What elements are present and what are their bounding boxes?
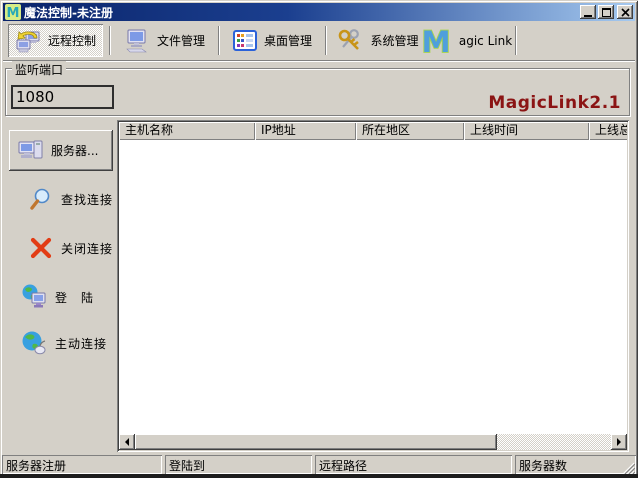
remote-control-icon — [15, 28, 41, 54]
toolbar-separator — [218, 26, 220, 55]
toolbar-button-label: 远程控制 — [48, 32, 96, 49]
listen-port-input[interactable] — [11, 85, 114, 109]
toolbar-divider — [3, 60, 635, 62]
toolbar-button-label: 系统管理 — [370, 32, 418, 49]
sidebar-button-label: 查找连接 — [61, 191, 113, 208]
maximize-button[interactable] — [598, 5, 614, 19]
status-panel-remote-path: 远程路径 — [315, 455, 512, 474]
magic-link-m-icon: M — [420, 26, 452, 56]
close-icon — [621, 8, 630, 17]
file-manager-icon — [124, 28, 150, 54]
title-bar[interactable]: M 魔法控制-未注册 — [3, 3, 635, 21]
app-window: M 魔法控制-未注册 — [0, 0, 638, 478]
active-connect-globe-icon — [21, 330, 47, 356]
scroll-right-icon — [617, 438, 625, 446]
sidebar-button-active-connect[interactable]: 主动连接 — [9, 328, 115, 358]
system-manager-icon — [337, 28, 363, 54]
toolbar-button-file-manager[interactable]: 文件管理 — [117, 24, 212, 57]
scroll-right-button[interactable] — [611, 434, 627, 450]
sidebar-button-login[interactable]: 登 陆 — [9, 282, 115, 312]
resize-grip-icon[interactable] — [622, 460, 635, 473]
svg-text:M: M — [421, 26, 450, 56]
status-panel-server-register: 服务器注册 — [2, 455, 162, 474]
minimize-button[interactable] — [580, 5, 596, 19]
minimize-icon — [584, 15, 592, 17]
column-header-ip-address[interactable]: IP地址 — [255, 122, 356, 140]
scroll-left-icon — [121, 438, 129, 446]
column-header-region[interactable]: 所在地区 — [356, 122, 464, 140]
svg-text:M: M — [7, 6, 20, 20]
window-title: 魔法控制-未注册 — [24, 4, 578, 21]
toolbar-button-desktop-manager[interactable]: 桌面管理 — [226, 24, 319, 57]
connection-list: 主机名称 IP地址 所在地区 上线时间 上线总 — [117, 120, 629, 452]
sidebar-button-label: 关闭连接 — [61, 240, 113, 257]
column-header-hostname[interactable]: 主机名称 — [119, 122, 255, 140]
status-panel-login-to: 登陆到 — [165, 455, 312, 474]
sidebar-button-close-connection[interactable]: 关闭连接 — [9, 233, 115, 263]
list-header: 主机名称 IP地址 所在地区 上线时间 上线总 — [119, 122, 627, 140]
window-bottom-edge — [0, 474, 638, 478]
listen-port-label: 监听端口 — [12, 61, 66, 78]
search-icon — [29, 187, 53, 211]
toolbar-separator — [325, 26, 327, 55]
toolbar-separator — [515, 26, 517, 55]
toolbar: 远程控制 文件管理 — [3, 21, 635, 60]
status-panel-server-count: 服务器数 — [515, 455, 636, 474]
sidebar-button-find-connection[interactable]: 查找连接 — [9, 184, 115, 214]
login-globe-icon — [21, 284, 47, 310]
desktop-manager-icon — [233, 30, 257, 52]
close-button[interactable] — [617, 5, 633, 19]
sidebar-button-server[interactable]: 服务器... — [9, 130, 113, 171]
toolbar-button-remote-control[interactable]: 远程控制 — [8, 24, 103, 57]
scrollbar-track[interactable] — [135, 434, 611, 450]
column-header-online-time[interactable]: 上线时间 — [464, 122, 589, 140]
close-connection-icon — [29, 236, 53, 260]
sidebar-button-label: 服务器... — [51, 142, 98, 159]
scroll-left-button[interactable] — [119, 434, 135, 450]
listen-port-groupbox: 监听端口 MagicLink2.1 — [5, 68, 630, 116]
toolbar-button-label: 桌面管理 — [264, 32, 312, 49]
column-header-total-online[interactable]: 上线总 — [589, 122, 627, 140]
brand-text: MagicLink2.1 — [488, 93, 621, 113]
scrollbar-thumb[interactable] — [135, 434, 497, 450]
toolbar-separator — [109, 26, 111, 55]
horizontal-scrollbar[interactable] — [119, 434, 627, 450]
list-body[interactable] — [119, 140, 627, 434]
toolbar-button-magic-link[interactable]: M agic Link — [423, 24, 509, 57]
maximize-icon — [602, 8, 611, 17]
toolbar-button-system-manager[interactable]: 系统管理 — [333, 24, 423, 57]
sidebar-button-label: 主动连接 — [55, 335, 107, 352]
magiclink-m-icon: M — [5, 4, 21, 20]
toolbar-button-label: agic Link — [459, 34, 512, 48]
server-icon — [17, 139, 45, 163]
sidebar-button-label: 登 陆 — [55, 289, 94, 306]
toolbar-button-label: 文件管理 — [157, 32, 205, 49]
